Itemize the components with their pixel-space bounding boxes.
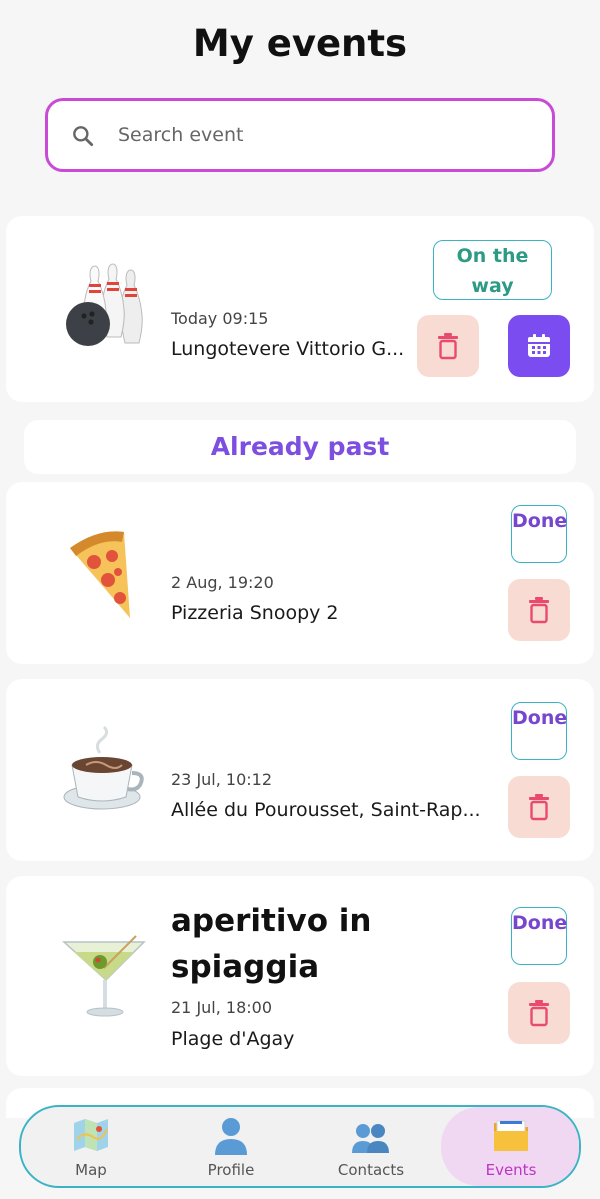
status-badge-done: Done (511, 702, 567, 760)
event-place: Pizzeria Snoopy 2 (171, 602, 339, 624)
status-badge-on-the-way: On the way (433, 240, 552, 300)
status-badge-done: Done (511, 907, 567, 965)
nav-tab-events[interactable]: Events (441, 1107, 579, 1186)
bowling-icon (66, 263, 143, 346)
delete-event-button[interactable] (508, 982, 570, 1044)
delete-event-button[interactable] (508, 579, 570, 641)
add-to-calendar-button[interactable] (508, 315, 570, 377)
trash-icon (529, 597, 549, 624)
event-card-past[interactable]: aperitivo in spiaggia 21 Jul, 18:00 Plag… (6, 876, 594, 1076)
page-title: My events (192, 22, 408, 65)
event-card-past[interactable]: 23 Jul, 10:12 Allée du Pourousset, Saint… (6, 679, 594, 861)
trash-icon (438, 333, 458, 360)
event-place: Plage d'Agay (171, 1028, 295, 1050)
pizza-icon (70, 531, 130, 618)
event-card-upcoming[interactable]: Today 09:15 Lungotevere Vittorio G... On… (6, 216, 594, 402)
nav-label-profile: Profile (207, 1161, 255, 1179)
coffee-icon (63, 725, 144, 810)
contacts-icon (352, 1124, 389, 1153)
trash-icon (529, 1000, 549, 1027)
profile-icon (215, 1118, 247, 1155)
search-input[interactable] (118, 117, 518, 153)
status-badge-done: Done (511, 505, 567, 563)
delete-event-button[interactable] (508, 776, 570, 838)
nav-label-map: Map (75, 1161, 107, 1179)
delete-event-button[interactable] (417, 315, 479, 377)
section-header-already-past: Already past (24, 420, 576, 474)
calendar-icon (528, 334, 550, 357)
event-card-past[interactable]: 2 Aug, 19:20 Pizzeria Snoopy 2 Done (6, 482, 594, 664)
events-folder-icon (494, 1120, 528, 1151)
nav-tab-contacts[interactable]: Contacts (301, 1107, 441, 1186)
nav-label-contacts: Contacts (337, 1161, 405, 1179)
event-title: aperitivo in spiaggia (171, 903, 372, 985)
nav-tab-map[interactable]: Map (21, 1107, 161, 1186)
nav-label-events: Events (485, 1161, 537, 1179)
event-date: 23 Jul, 10:12 (171, 770, 273, 789)
event-date: Today 09:15 (171, 309, 269, 328)
search-box[interactable] (45, 98, 555, 172)
trash-icon (529, 794, 549, 821)
map-icon (74, 1119, 108, 1151)
search-icon (73, 126, 94, 147)
cocktail-icon (62, 935, 146, 1017)
event-place: Allée du Pourousset, Saint-Rap... (171, 799, 481, 821)
event-date: 21 Jul, 18:00 (171, 998, 273, 1017)
event-date: 2 Aug, 19:20 (171, 573, 274, 592)
bottom-navigation: Map Profile Contacts Events (19, 1105, 581, 1188)
nav-tab-profile[interactable]: Profile (161, 1107, 301, 1186)
